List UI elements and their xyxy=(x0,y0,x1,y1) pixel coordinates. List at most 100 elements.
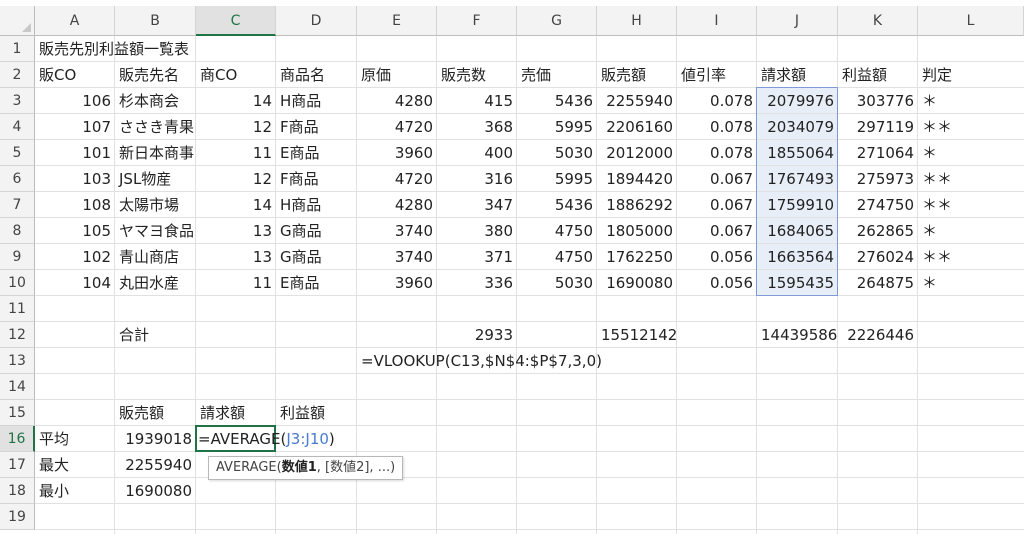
total-label-cell[interactable]: 合計 xyxy=(115,322,196,348)
table-cell[interactable]: 271064 xyxy=(838,140,918,166)
table-cell[interactable]: 1894420 xyxy=(597,166,677,192)
table-cell[interactable]: ＊ xyxy=(918,140,1024,166)
table-cell[interactable]: 3740 xyxy=(357,218,437,244)
row-header-16[interactable]: 16 xyxy=(0,426,35,452)
table-cell[interactable]: 2255940 xyxy=(597,88,677,114)
table-cell[interactable]: 380 xyxy=(437,218,517,244)
table-cell[interactable]: ＊＊ xyxy=(918,244,1024,270)
table-cell[interactable]: 1762250 xyxy=(597,244,677,270)
table-cell[interactable]: 0.067 xyxy=(677,166,757,192)
table-cell[interactable]: H商品 xyxy=(276,192,357,218)
header-cell[interactable]: 原価 xyxy=(357,62,437,88)
table-cell[interactable]: 5995 xyxy=(517,166,597,192)
table-cell[interactable]: 303776 xyxy=(838,88,918,114)
table-cell[interactable]: 13 xyxy=(196,218,276,244)
table-cell[interactable]: ささき青果 xyxy=(115,114,196,140)
header-cell[interactable]: 利益額 xyxy=(838,62,918,88)
table-cell[interactable]: 297119 xyxy=(838,114,918,140)
table-cell[interactable]: 4280 xyxy=(357,88,437,114)
table-cell[interactable]: 336 xyxy=(437,270,517,296)
column-header-G[interactable]: G xyxy=(517,6,597,36)
row-header-9[interactable]: 9 xyxy=(0,244,35,270)
table-cell[interactable]: 14 xyxy=(196,88,276,114)
header-cell[interactable]: 販CO xyxy=(35,62,115,88)
row-header-17[interactable]: 17 xyxy=(0,452,35,478)
summary-value-cell[interactable]: 2255940 xyxy=(115,452,196,478)
table-cell[interactable]: 3960 xyxy=(357,140,437,166)
table-cell[interactable]: 0.056 xyxy=(677,244,757,270)
row-header-18[interactable]: 18 xyxy=(0,478,35,504)
row-header-13[interactable]: 13 xyxy=(0,348,35,374)
summary-header-cell[interactable]: 販売額 xyxy=(115,400,196,426)
summary-value-cell[interactable]: 1690080 xyxy=(115,478,196,504)
row-header-7[interactable]: 7 xyxy=(0,192,35,218)
column-header-K[interactable]: K xyxy=(838,6,918,36)
total-billing-cell[interactable]: 14439586 xyxy=(757,322,838,348)
table-cell[interactable]: 274750 xyxy=(838,192,918,218)
table-cell[interactable]: 101 xyxy=(35,140,115,166)
table-cell[interactable]: 275973 xyxy=(838,166,918,192)
header-cell[interactable]: 判定 xyxy=(918,62,1024,88)
row-header-15[interactable]: 15 xyxy=(0,400,35,426)
table-cell[interactable]: 0.078 xyxy=(677,140,757,166)
column-header-B[interactable]: B xyxy=(115,6,196,36)
row-header-3[interactable]: 3 xyxy=(0,88,35,114)
column-header-E[interactable]: E xyxy=(357,6,437,36)
table-cell[interactable]: 新日本商事 xyxy=(115,140,196,166)
row-header-14[interactable]: 14 xyxy=(0,374,35,400)
column-header-D[interactable]: D xyxy=(276,6,357,36)
row-header-6[interactable]: 6 xyxy=(0,166,35,192)
total-qty-cell[interactable]: 2933 xyxy=(437,322,517,348)
column-header-L[interactable]: L xyxy=(918,6,1024,36)
table-cell[interactable]: JSL物産 xyxy=(115,166,196,192)
header-cell[interactable]: 商品名 xyxy=(276,62,357,88)
summary-value-cell[interactable]: 1939018 xyxy=(115,426,196,452)
table-cell[interactable]: 3740 xyxy=(357,244,437,270)
header-cell[interactable]: 値引率 xyxy=(677,62,757,88)
tooltip-function-name[interactable]: AVERAGE( xyxy=(216,460,282,475)
table-cell[interactable]: E商品 xyxy=(276,140,357,166)
header-cell[interactable]: 販売額 xyxy=(597,62,677,88)
row-header-8[interactable]: 8 xyxy=(0,218,35,244)
table-cell[interactable]: 5030 xyxy=(517,270,597,296)
table-cell[interactable]: 1886292 xyxy=(597,192,677,218)
table-cell[interactable]: 5436 xyxy=(517,88,597,114)
table-cell[interactable]: 400 xyxy=(437,140,517,166)
table-cell[interactable]: 13 xyxy=(196,244,276,270)
sheet-title-cell[interactable]: 販売先別利益額一覧表 xyxy=(35,36,189,62)
row-header-2[interactable]: 2 xyxy=(0,62,35,88)
summary-label-cell[interactable]: 最大 xyxy=(35,452,115,478)
table-cell[interactable]: E商品 xyxy=(276,270,357,296)
total-profit-cell[interactable]: 2226446 xyxy=(838,322,918,348)
table-cell[interactable]: 杉本商会 xyxy=(115,88,196,114)
total-sales-cell[interactable]: 15512142 xyxy=(597,322,677,348)
table-cell[interactable]: 415 xyxy=(437,88,517,114)
table-cell[interactable]: 104 xyxy=(35,270,115,296)
table-cell[interactable]: 4750 xyxy=(517,244,597,270)
table-cell[interactable]: 12 xyxy=(196,114,276,140)
table-cell[interactable]: 371 xyxy=(437,244,517,270)
table-cell[interactable]: 264875 xyxy=(838,270,918,296)
row-header-5[interactable]: 5 xyxy=(0,140,35,166)
table-cell[interactable]: 11 xyxy=(196,270,276,296)
table-cell[interactable]: 0.056 xyxy=(677,270,757,296)
column-header-F[interactable]: F xyxy=(437,6,517,36)
table-cell[interactable]: 106 xyxy=(35,88,115,114)
table-cell[interactable]: 108 xyxy=(35,192,115,218)
table-cell[interactable]: F商品 xyxy=(276,166,357,192)
table-cell[interactable]: H商品 xyxy=(276,88,357,114)
column-header-A[interactable]: A xyxy=(35,6,115,36)
select-all-corner[interactable] xyxy=(0,6,35,36)
table-cell[interactable]: 0.078 xyxy=(677,114,757,140)
table-cell[interactable]: 11 xyxy=(196,140,276,166)
active-cell-formula[interactable]: =AVERAGE(J3:J10) xyxy=(196,426,356,452)
table-cell[interactable]: ＊＊ xyxy=(918,192,1024,218)
table-cell[interactable]: 4720 xyxy=(357,166,437,192)
column-header-H[interactable]: H xyxy=(597,6,677,36)
table-cell[interactable]: 105 xyxy=(35,218,115,244)
header-cell[interactable]: 商CO xyxy=(196,62,276,88)
table-cell[interactable]: 5030 xyxy=(517,140,597,166)
table-cell[interactable]: 316 xyxy=(437,166,517,192)
table-cell[interactable]: 5995 xyxy=(517,114,597,140)
table-cell[interactable]: 12 xyxy=(196,166,276,192)
